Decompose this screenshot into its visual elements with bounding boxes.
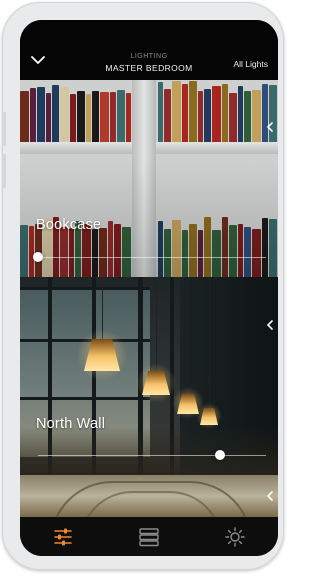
zone-card-partial[interactable] — [20, 475, 278, 517]
zone-name-north-wall: North Wall — [36, 416, 106, 432]
brightness-slider-north-wall[interactable] — [38, 450, 266, 460]
bottom-tab-bar — [20, 517, 278, 556]
chevron-left-icon[interactable] — [264, 489, 276, 503]
scenes-list-icon[interactable] — [138, 526, 160, 548]
chevron-left-icon[interactable] — [264, 120, 276, 134]
app-screen: LIGHTING MASTER BEDROOM All Lights Bookc… — [20, 20, 278, 556]
slider-thumb[interactable] — [33, 252, 43, 262]
zone-card-bookcase[interactable]: Bookcase — [20, 80, 278, 277]
zone-card-north-wall[interactable]: North Wall — [20, 277, 278, 475]
volume-up-button — [2, 112, 6, 146]
phone-frame: LIGHTING MASTER BEDROOM All Lights Bookc… — [2, 2, 284, 570]
brightness-icon[interactable] — [224, 526, 246, 548]
zone-name-bookcase: Bookcase — [36, 217, 102, 233]
volume-down-button — [2, 154, 6, 188]
app-header: LIGHTING MASTER BEDROOM All Lights — [20, 20, 278, 80]
chevron-left-icon[interactable] — [264, 318, 276, 332]
brightness-slider-bookcase[interactable] — [33, 252, 266, 262]
sliders-icon[interactable] — [52, 526, 74, 548]
all-lights-button[interactable]: All Lights — [234, 59, 269, 69]
